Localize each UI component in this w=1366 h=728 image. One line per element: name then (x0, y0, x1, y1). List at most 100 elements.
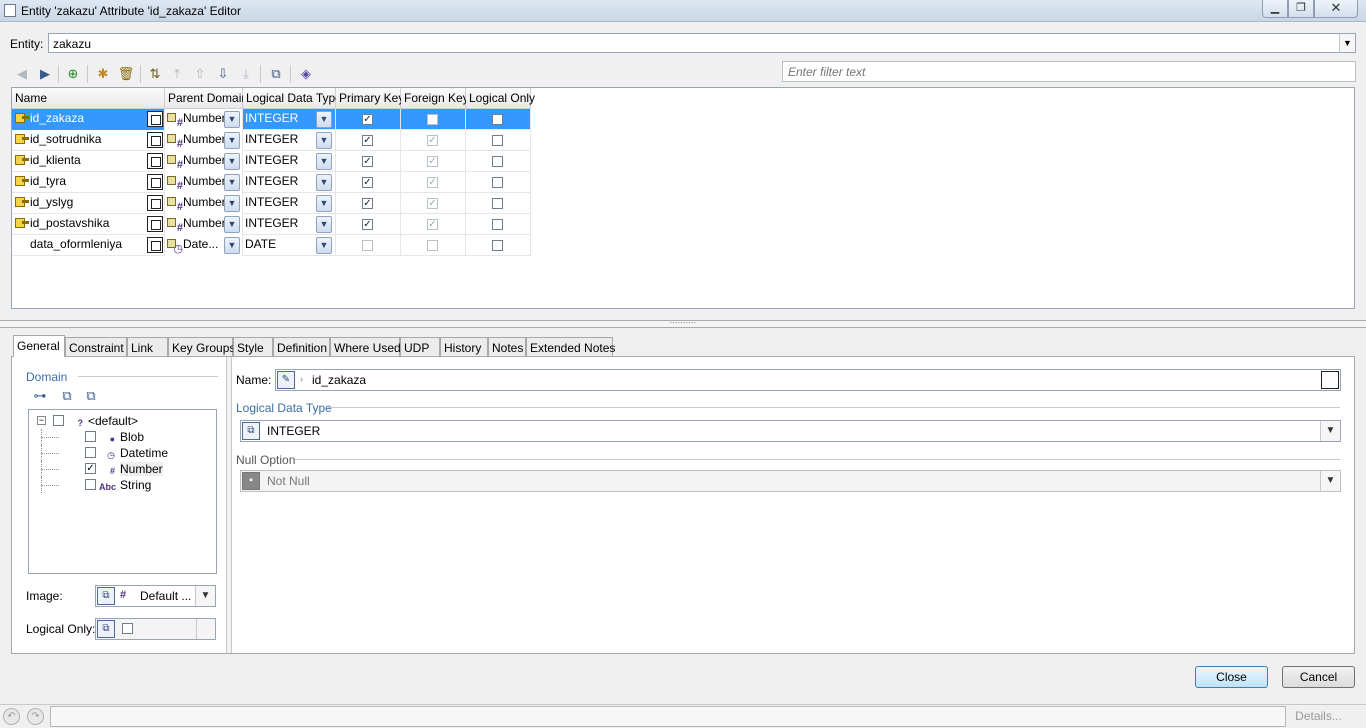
undo-icon[interactable]: ↶ (3, 708, 20, 725)
tab-constraint[interactable]: Constraint (65, 337, 127, 357)
foreign-key-checkbox[interactable]: ✓ (427, 177, 438, 188)
foreign-key-checkbox[interactable]: ✓ (427, 198, 438, 209)
new-attribute-icon[interactable]: ⊕ (63, 64, 83, 84)
logical-only-checkbox[interactable] (492, 198, 503, 209)
cell-name[interactable]: id_zakaza (12, 109, 165, 130)
chevron-down-icon[interactable]: ▼ (316, 237, 332, 254)
chevron-down-icon[interactable]: ▼ (316, 174, 332, 191)
logical-only-checkbox[interactable] (492, 177, 503, 188)
chevron-down-icon[interactable]: ▼ (1320, 471, 1340, 491)
redo-icon[interactable]: ↷ (27, 708, 44, 725)
tree-node[interactable]: ✓ # Number (29, 461, 214, 477)
tab-general[interactable]: General (13, 335, 65, 357)
cell-parent-domain[interactable]: #Number ▼ (165, 214, 243, 235)
table-row[interactable]: id_zakaza #Number ▼ INTEGER ▼ ✓ (12, 109, 531, 130)
cell-name[interactable]: id_postavshika (12, 214, 165, 235)
cell-name[interactable]: id_klienta (12, 151, 165, 172)
column-header-parent-domain[interactable]: Parent Domain (165, 88, 248, 109)
panel-splitter[interactable] (226, 357, 232, 653)
tab-key-groups[interactable]: Key Groups (168, 337, 235, 357)
chevron-down-icon[interactable]: ▼ (224, 111, 240, 128)
tab-style[interactable]: Style (233, 337, 273, 357)
primary-key-checkbox[interactable]: ✓ (362, 156, 373, 167)
logical-only-checkbox[interactable] (122, 623, 133, 634)
filter-input[interactable] (782, 61, 1356, 82)
collapse-icon[interactable]: − (37, 416, 46, 425)
table-row[interactable]: id_klienta #Number ▼ INTEGER ▼ ✓ ✓ (12, 151, 531, 172)
domain-checkbox[interactable] (85, 447, 96, 458)
sort-icon[interactable]: ⇅ (145, 64, 165, 84)
domain-edit-icon[interactable]: ⧉ (81, 386, 101, 406)
close-window-button[interactable]: ✕ (1314, 0, 1358, 18)
chevron-down-icon[interactable]: ▼ (224, 216, 240, 233)
cell-logical-data-type[interactable]: INTEGER ▼ (243, 172, 336, 193)
edit-name-icon[interactable]: ✎ (277, 371, 295, 389)
cell-name[interactable]: id_yslyg (12, 193, 165, 214)
chevron-down-icon[interactable]: ▼ (195, 586, 215, 606)
foreign-key-checkbox[interactable] (427, 114, 438, 125)
tree-node[interactable]: ◷ Datetime (29, 445, 214, 461)
column-header-name[interactable]: Name (12, 88, 165, 109)
column-header-logical-only[interactable]: Logical Only (466, 88, 535, 109)
expand-tree-icon[interactable]: ⊶ (30, 386, 50, 406)
tab-history[interactable]: History (440, 337, 488, 357)
chevron-down-icon[interactable]: ▼ (316, 153, 332, 170)
chevron-down-icon[interactable]: ▼ (1320, 421, 1340, 441)
tree-node[interactable]: Abc String (29, 477, 214, 493)
minimize-button[interactable]: ▁ (1262, 0, 1288, 18)
edit-name-icon[interactable] (147, 153, 163, 169)
new-folder-icon[interactable]: ✱ (93, 64, 113, 84)
next-icon[interactable]: ▶ (35, 64, 55, 84)
entity-select[interactable]: zakazu ▼ (48, 33, 1356, 53)
cancel-button[interactable]: Cancel (1282, 666, 1355, 688)
chevron-down-icon[interactable]: ▼ (316, 216, 332, 233)
foreign-key-checkbox[interactable]: ✓ (427, 219, 438, 230)
cell-parent-domain[interactable]: #Number ▼ (165, 172, 243, 193)
edit-name-icon[interactable] (147, 195, 163, 211)
primary-key-checkbox[interactable]: ✓ (362, 219, 373, 230)
cell-logical-data-type[interactable]: DATE ▼ (243, 235, 336, 256)
foreign-key-checkbox[interactable]: ✓ (427, 156, 438, 167)
domain-icon[interactable]: ⧉ (266, 64, 286, 84)
expand-editor-icon[interactable] (1321, 371, 1339, 389)
chevron-down-icon[interactable]: ▼ (224, 237, 240, 254)
tab-link[interactable]: Link (127, 337, 168, 357)
tab-extended-notes[interactable]: Extended Notes (526, 337, 615, 357)
name-input[interactable]: ✎ › id_zakaza (275, 369, 1341, 391)
edit-name-icon[interactable] (147, 132, 163, 148)
table-row[interactable]: id_sotrudnika #Number ▼ INTEGER ▼ ✓ ✓ (12, 130, 531, 151)
properties-icon[interactable]: ◈ (296, 64, 316, 84)
cell-name[interactable]: data_oformleniya (12, 235, 165, 256)
move-top-icon[interactable]: ⤒ (167, 64, 187, 84)
logical-only-checkbox[interactable] (492, 240, 503, 251)
edit-name-icon[interactable] (147, 111, 163, 127)
table-row[interactable]: id_tyra #Number ▼ INTEGER ▼ ✓ ✓ (12, 172, 531, 193)
tab-where-used[interactable]: Where Used (330, 337, 401, 357)
domain-checkbox[interactable] (85, 431, 96, 442)
column-header-primary-key[interactable]: Primary Key (336, 88, 404, 109)
maximize-button[interactable]: ❐ (1288, 0, 1314, 18)
foreign-key-checkbox[interactable] (427, 240, 438, 251)
domain-checkbox[interactable] (53, 415, 64, 426)
domain-browse-icon[interactable]: ⧉ (57, 386, 77, 406)
table-row[interactable]: id_postavshika #Number ▼ INTEGER ▼ ✓ ✓ (12, 214, 531, 235)
cell-name[interactable]: id_tyra (12, 172, 165, 193)
cell-logical-data-type[interactable]: INTEGER ▼ (243, 214, 336, 235)
tab-notes[interactable]: Notes (488, 337, 526, 357)
table-row[interactable]: id_yslyg #Number ▼ INTEGER ▼ ✓ ✓ (12, 193, 531, 214)
cell-parent-domain[interactable]: #Number ▼ (165, 193, 243, 214)
tree-node[interactable]: −? <default> (29, 413, 214, 429)
details-button[interactable]: Details... (1290, 707, 1347, 726)
cell-parent-domain[interactable]: ◷Date... ▼ (165, 235, 243, 256)
primary-key-checkbox[interactable]: ✓ (362, 114, 373, 125)
move-bottom-icon[interactable]: ⤓ (236, 64, 256, 84)
logical-only-picker-icon[interactable]: ⧉ (97, 620, 115, 638)
edit-name-icon[interactable] (147, 237, 163, 253)
close-button[interactable]: Close (1195, 666, 1268, 688)
foreign-key-checkbox[interactable]: ✓ (427, 135, 438, 146)
image-picker-icon[interactable]: ⧉ (97, 587, 115, 605)
chevron-down-icon[interactable]: ▼ (224, 153, 240, 170)
table-row[interactable]: data_oformleniya ◷Date... ▼ DATE ▼ (12, 235, 531, 256)
chevron-down-icon[interactable]: ▼ (316, 132, 332, 149)
primary-key-checkbox[interactable]: ✓ (362, 135, 373, 146)
